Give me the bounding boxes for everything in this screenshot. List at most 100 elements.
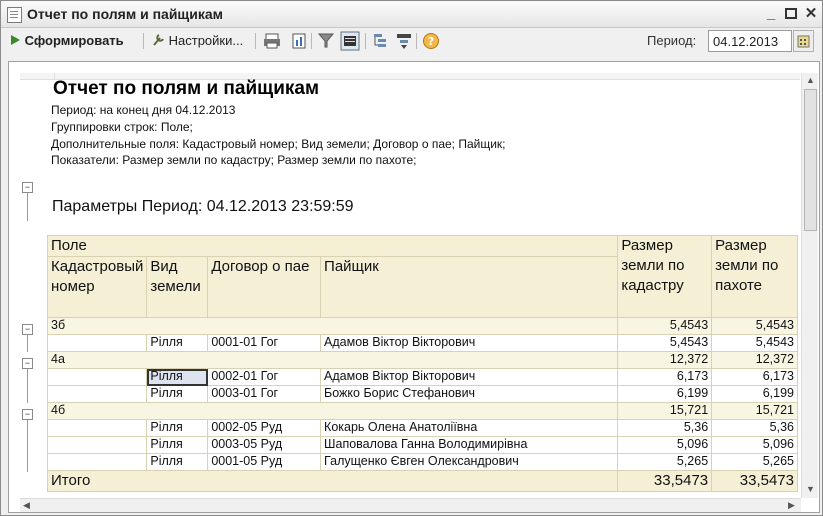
cadastral-cell <box>46 334 148 352</box>
report-window: Отчет по полям и пайщикам _ ✕ Сформирова… <box>0 0 823 516</box>
filter-icon[interactable] <box>316 31 336 51</box>
document-icon <box>7 7 22 23</box>
land-type-cell-selected[interactable]: Рілля <box>146 368 209 386</box>
calendar-icon <box>797 35 810 48</box>
group-name: 3б <box>46 317 619 335</box>
grouping-gutter <box>20 73 54 80</box>
total-arable: 33,5473 <box>711 470 798 492</box>
display-icon[interactable] <box>340 31 360 51</box>
report-extra-fields-line: Дополнительные поля: Кадастровый номер; … <box>51 137 506 151</box>
print-icon[interactable] <box>262 31 282 51</box>
generate-label: Сформировать <box>24 33 124 48</box>
land-type-cell[interactable]: Рілля <box>146 385 209 403</box>
minimize-icon[interactable]: _ <box>761 4 781 24</box>
cadastre-cell: 5,36 <box>617 419 713 437</box>
generate-button[interactable]: Сформировать <box>9 31 124 51</box>
report-period-line: Период: на конец дня 04.12.2013 <box>51 103 236 117</box>
contract-cell[interactable]: 0001-05 Руд <box>207 453 322 471</box>
cadastral-header: Кадастровый номер <box>46 256 148 318</box>
toolbar-divider <box>311 33 312 49</box>
field-header: Поле <box>46 235 619 257</box>
contract-header: Договор о пае <box>207 256 322 318</box>
arable-cell: 5,096 <box>711 436 798 454</box>
total-row[interactable]: Итого 33,5473 33,5473 <box>46 470 798 492</box>
scroll-thumb[interactable] <box>804 89 817 231</box>
land-type-cell[interactable]: Рілля <box>146 453 209 471</box>
period-label: Период: <box>647 33 697 48</box>
outline-line <box>27 335 28 352</box>
play-icon <box>11 35 20 45</box>
period-input[interactable] <box>708 30 792 52</box>
contract-cell[interactable]: 0001-01 Гог <box>207 334 322 352</box>
shareholder-cell[interactable]: Кокарь Олена Анатоліївна <box>320 419 619 437</box>
contract-cell[interactable]: 0003-01 Гог <box>207 385 322 403</box>
contract-cell[interactable]: 0003-05 Руд <box>207 436 322 454</box>
table-row[interactable]: Рілля 0002-05 Руд Кокарь Олена Анатоліїв… <box>46 419 798 437</box>
group-arable: 12,372 <box>711 351 798 369</box>
cadastral-cell <box>46 453 148 471</box>
report-icon[interactable] <box>289 31 309 51</box>
group-cadastre: 5,4543 <box>617 317 713 335</box>
shareholder-header: Пайщик <box>320 256 619 318</box>
expand-icon[interactable] <box>371 31 391 51</box>
horizontal-scrollbar[interactable]: ◀ ▶ <box>20 498 801 512</box>
table-row[interactable]: Рілля 0001-01 Гог Адамов Віктор Вікторов… <box>46 334 798 352</box>
group-row[interactable]: 4а 12,372 12,372 <box>46 351 798 369</box>
report-title: Отчет по полям и пайщикам <box>53 78 319 99</box>
group-arable: 5,4543 <box>711 317 798 335</box>
maximize-icon[interactable] <box>781 4 801 24</box>
collapse-header-icon[interactable]: − <box>22 182 33 193</box>
table-row[interactable]: Рілля 0002-01 Гог Адамов Віктор Вікторов… <box>46 368 798 386</box>
outline-line <box>27 193 28 221</box>
toolbar: Сформировать Настройки... ? <box>1 28 822 55</box>
arable-cell: 6,199 <box>711 385 798 403</box>
collapse-icon[interactable] <box>394 31 414 51</box>
total-label: Итого <box>46 470 619 492</box>
cadastral-cell <box>46 436 148 454</box>
group-name: 4б <box>46 402 619 420</box>
contract-cell[interactable]: 0002-05 Руд <box>207 419 322 437</box>
cadastre-cell: 6,173 <box>617 368 713 386</box>
contract-cell[interactable]: 0002-01 Гог <box>207 368 322 386</box>
shareholder-cell[interactable]: Шаповалова Ганна Володимирівна <box>320 436 619 454</box>
land-type-cell[interactable]: Рілля <box>146 334 209 352</box>
collapse-group-icon[interactable]: − <box>22 409 33 420</box>
settings-button[interactable]: Настройки... <box>151 31 243 51</box>
group-row[interactable]: 4б 15,721 15,721 <box>46 402 798 420</box>
toolbar-divider <box>416 33 417 49</box>
shareholder-cell[interactable]: Галущенко Євген Олександрович <box>320 453 619 471</box>
shareholder-cell[interactable]: Адамов Віктор Вікторович <box>320 368 619 386</box>
report-grouping-line: Группировки строк: Поле; <box>51 120 193 134</box>
table-row[interactable]: Рілля 0001-05 Руд Галущенко Євген Олекса… <box>46 453 798 471</box>
total-cadastre: 33,5473 <box>617 470 713 492</box>
toolbar-divider <box>143 33 144 49</box>
vertical-scrollbar[interactable]: ▲ ▼ <box>801 73 818 498</box>
group-row[interactable]: 3б 5,4543 5,4543 <box>46 317 798 335</box>
wrench-icon <box>153 34 164 46</box>
help-icon[interactable]: ? <box>421 31 441 51</box>
report-area[interactable]: Отчет по полям и пайщикам Период: на кон… <box>8 61 820 513</box>
cadastral-cell <box>46 368 148 386</box>
table-row[interactable]: Рілля 0003-01 Гог Божко Борис Стефанович… <box>46 385 798 403</box>
report-params-line: Параметры Период: 04.12.2013 23:59:59 <box>52 198 354 215</box>
land-type-cell[interactable]: Рілля <box>146 419 209 437</box>
shareholder-cell[interactable]: Адамов Віктор Вікторович <box>320 334 619 352</box>
collapse-group-icon[interactable]: − <box>22 358 33 369</box>
calendar-button[interactable] <box>793 30 814 52</box>
shareholder-cell[interactable]: Божко Борис Стефанович <box>320 385 619 403</box>
table-row[interactable]: Рілля 0003-05 Руд Шаповалова Ганна Волод… <box>46 436 798 454</box>
scroll-right-icon[interactable]: ▶ <box>788 500 795 511</box>
arable-cell: 6,173 <box>711 368 798 386</box>
arable-cell: 5,265 <box>711 453 798 471</box>
cadastre-cell: 5,096 <box>617 436 713 454</box>
collapse-group-icon[interactable]: − <box>22 324 33 335</box>
scroll-up-icon[interactable]: ▲ <box>806 75 815 85</box>
close-icon[interactable]: ✕ <box>801 4 821 24</box>
scroll-down-icon[interactable]: ▼ <box>806 484 815 494</box>
land-type-cell[interactable]: Рілля <box>146 436 209 454</box>
outline-line <box>27 420 28 472</box>
cadastre-cell: 5,4543 <box>617 334 713 352</box>
title-bar: Отчет по полям и пайщикам _ ✕ <box>1 1 822 28</box>
scroll-left-icon[interactable]: ◀ <box>23 500 30 511</box>
report-table: Поле Размер земли по кадастру Размер зем… <box>46 235 798 492</box>
